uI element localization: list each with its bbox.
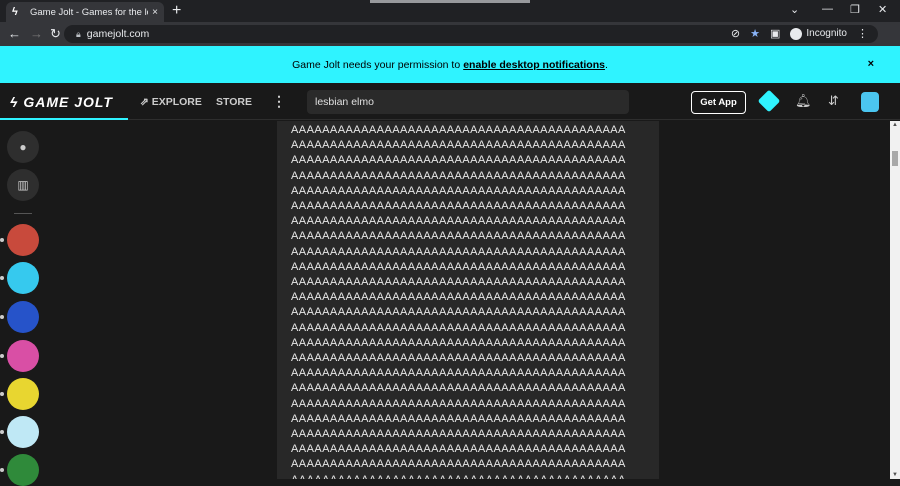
unread-dot	[0, 430, 4, 434]
community-avatar[interactable]	[7, 454, 39, 486]
sidebar-divider	[14, 213, 32, 214]
post-text-line: AAAAAAAAAAAAAAAAAAAAAAAAAAAAAAAAAAAAAAAA…	[291, 124, 626, 136]
unread-dot	[0, 276, 4, 280]
nav-explore-label: EXPLORE	[151, 96, 202, 108]
minimize-icon[interactable]: —	[822, 3, 833, 15]
community-avatar[interactable]	[7, 378, 39, 410]
unread-dot	[0, 238, 4, 242]
post-text-line: AAAAAAAAAAAAAAAAAAAAAAAAAAAAAAAAAAAAAAAA…	[291, 169, 626, 182]
user-avatar[interactable]	[861, 92, 879, 112]
post-text-line: AAAAAAAAAAAAAAAAAAAAAAAAAAAAAAAAAAAAAAAA…	[291, 260, 626, 273]
scrollbar-thumb[interactable]	[892, 151, 898, 166]
community-avatar[interactable]	[7, 301, 39, 333]
post-text-line: AAAAAAAAAAAAAAAAAAAAAAAAAAAAAAAAAAAAAAAA…	[291, 428, 626, 441]
address-toolbar: ← → ↻ 🔒︎ gamejolt.com ⊘ ★ ▣ Incognito ⋮	[0, 22, 900, 46]
url-bar[interactable]: 🔒︎ gamejolt.com ⊘ ★ ▣ Incognito ⋮	[64, 25, 878, 43]
post-text-line: AAAAAAAAAAAAAAAAAAAAAAAAAAAAAAAAAAAAAAAA…	[291, 412, 626, 425]
incognito-icon	[790, 27, 803, 40]
post-text-line: AAAAAAAAAAAAAAAAAAAAAAAAAAAAAAAAAAAAAAAA…	[291, 230, 626, 243]
post-text-line: AAAAAAAAAAAAAAAAAAAAAAAAAAAAAAAAAAAAAAAA…	[291, 245, 626, 258]
page-scrollbar[interactable]: ▲ ▼	[890, 121, 900, 479]
post-body: AAAAAAAAAAAAAAAAAAAAAAAAAAAAAAAAAAAAAAAA…	[277, 121, 659, 479]
logo-text: GAME JOLT	[23, 94, 113, 110]
window-drag-handle[interactable]	[370, 0, 530, 3]
notifications-bell-icon[interactable]: 🔔︎	[795, 93, 812, 109]
unread-dot	[0, 315, 4, 319]
browser-tab[interactable]: ϟ Game Jolt - Games for the love o ×	[6, 2, 164, 22]
community-avatar[interactable]	[7, 416, 39, 448]
sidebar-library-button[interactable]: ▥	[7, 169, 39, 201]
forward-arrow-icon[interactable]: →	[30, 26, 43, 41]
enable-notifications-link[interactable]: enable desktop notifications	[463, 59, 605, 71]
scroll-down-icon[interactable]: ▼	[892, 472, 898, 478]
window-close-icon[interactable]: ✕	[878, 3, 887, 16]
community-avatar[interactable]	[7, 340, 39, 372]
post-text-line: AAAAAAAAAAAAAAAAAAAAAAAAAAAAAAAAAAAAAAAA…	[291, 443, 626, 456]
tab-close-icon[interactable]: ×	[152, 7, 158, 18]
banner-period: .	[604, 58, 608, 71]
lock-icon: 🔒︎	[76, 28, 81, 39]
unread-dot	[0, 468, 4, 472]
explore-icon: ⇗	[140, 96, 152, 108]
post-text-line: AAAAAAAAAAAAAAAAAAAAAAAAAAAAAAAAAAAAAAAA…	[291, 397, 626, 410]
notification-permission-banner: Game Jolt needs your permission to enabl…	[0, 46, 900, 83]
site-header: ϟ GAME JOLT ⇗ EXPLORE STORE ⋮ Get App 🔔︎…	[0, 83, 900, 120]
search-input[interactable]	[307, 90, 629, 114]
side-panel-icon[interactable]: ▣	[770, 27, 780, 40]
post-text-line: AAAAAAAAAAAAAAAAAAAAAAAAAAAAAAAAAAAAAAAA…	[291, 306, 626, 319]
post-text-line: AAAAAAAAAAAAAAAAAAAAAAAAAAAAAAAAAAAAAAAA…	[291, 473, 659, 479]
more-menu-icon[interactable]: ⋮	[272, 93, 286, 110]
incognito-label: Incognito	[806, 28, 847, 39]
tab-title: Game Jolt - Games for the love o	[30, 6, 148, 18]
post-text-line: AAAAAAAAAAAAAAAAAAAAAAAAAAAAAAAAAAAAAAAA…	[291, 458, 626, 471]
unread-dot	[0, 354, 4, 358]
post-text-line: AAAAAAAAAAAAAAAAAAAAAAAAAAAAAAAAAAAAAAAA…	[291, 352, 626, 365]
gamejolt-favicon-icon: ϟ	[12, 6, 18, 18]
post-text-line: AAAAAAAAAAAAAAAAAAAAAAAAAAAAAAAAAAAAAAAA…	[291, 291, 626, 304]
post-text-line: AAAAAAAAAAAAAAAAAAAAAAAAAAAAAAAAAAAAAAAA…	[291, 215, 626, 228]
post-text-line: AAAAAAAAAAAAAAAAAAAAAAAAAAAAAAAAAAAAAAAA…	[291, 200, 626, 213]
restore-icon[interactable]: ❐	[850, 3, 860, 16]
get-app-button[interactable]: Get App	[691, 91, 746, 114]
post-text-line: AAAAAAAAAAAAAAAAAAAAAAAAAAAAAAAAAAAAAAAA…	[291, 154, 626, 167]
left-sidebar: ● ▥	[0, 121, 46, 486]
sidebar-explore-button[interactable]: ●	[7, 131, 39, 163]
post-text-line: AAAAAAAAAAAAAAAAAAAAAAAAAAAAAAAAAAAAAAAA…	[291, 336, 626, 349]
bookmark-star-icon[interactable]: ★	[750, 27, 760, 40]
activity-icon[interactable]: ⇵	[828, 93, 839, 109]
reload-icon[interactable]: ↻	[50, 26, 61, 42]
active-nav-underline	[0, 118, 128, 120]
community-avatar[interactable]	[7, 224, 39, 256]
library-icon: ▥	[17, 178, 29, 192]
new-tab-icon[interactable]: +	[172, 2, 181, 20]
back-arrow-icon[interactable]: ←	[8, 26, 21, 41]
scroll-up-icon[interactable]: ▲	[892, 122, 898, 128]
nav-explore[interactable]: ⇗ EXPLORE	[140, 96, 202, 108]
url-bar-actions: ⊘ ★ ▣ Incognito ⋮	[731, 27, 868, 40]
quests-icon[interactable]	[757, 89, 781, 113]
banner-close-icon[interactable]: ×	[868, 58, 874, 70]
community-avatar[interactable]	[7, 262, 39, 294]
banner-text: Game Jolt needs your permission to	[292, 58, 461, 71]
post-card: AAAAAAAAAAAAAAAAAAAAAAAAAAAAAAAAAAAAAAAA…	[277, 121, 659, 479]
post-text-line: AAAAAAAAAAAAAAAAAAAAAAAAAAAAAAAAAAAAAAAA…	[291, 184, 626, 197]
url-text: gamejolt.com	[86, 28, 150, 40]
post-text-line: AAAAAAAAAAAAAAAAAAAAAAAAAAAAAAAAAAAAAAAA…	[291, 139, 626, 152]
post-text-line: AAAAAAAAAAAAAAAAAAAAAAAAAAAAAAAAAAAAAAAA…	[291, 321, 626, 334]
eye-off-icon[interactable]: ⊘	[731, 27, 740, 40]
unread-dot	[0, 392, 4, 396]
logo-bolt-icon: ϟ	[10, 94, 24, 110]
gamejolt-logo[interactable]: ϟ GAME JOLT	[10, 94, 113, 110]
browser-tab-bar: ϟ Game Jolt - Games for the love o × + ⌄…	[0, 0, 900, 22]
post-text-line: AAAAAAAAAAAAAAAAAAAAAAAAAAAAAAAAAAAAAAAA…	[291, 276, 626, 289]
main-content: AAAAAAAAAAAAAAAAAAAAAAAAAAAAAAAAAAAAAAAA…	[46, 121, 890, 479]
incognito-indicator[interactable]: Incognito	[790, 27, 847, 40]
post-text-line: AAAAAAAAAAAAAAAAAAAAAAAAAAAAAAAAAAAAAAAA…	[291, 367, 626, 380]
compass-icon: ●	[19, 140, 27, 154]
browser-menu-icon[interactable]: ⋮	[857, 27, 868, 40]
tab-search-chevron-icon[interactable]: ⌄	[790, 3, 799, 16]
nav-store[interactable]: STORE	[216, 96, 252, 108]
post-text-line: AAAAAAAAAAAAAAAAAAAAAAAAAAAAAAAAAAAAAAAA…	[291, 382, 626, 395]
